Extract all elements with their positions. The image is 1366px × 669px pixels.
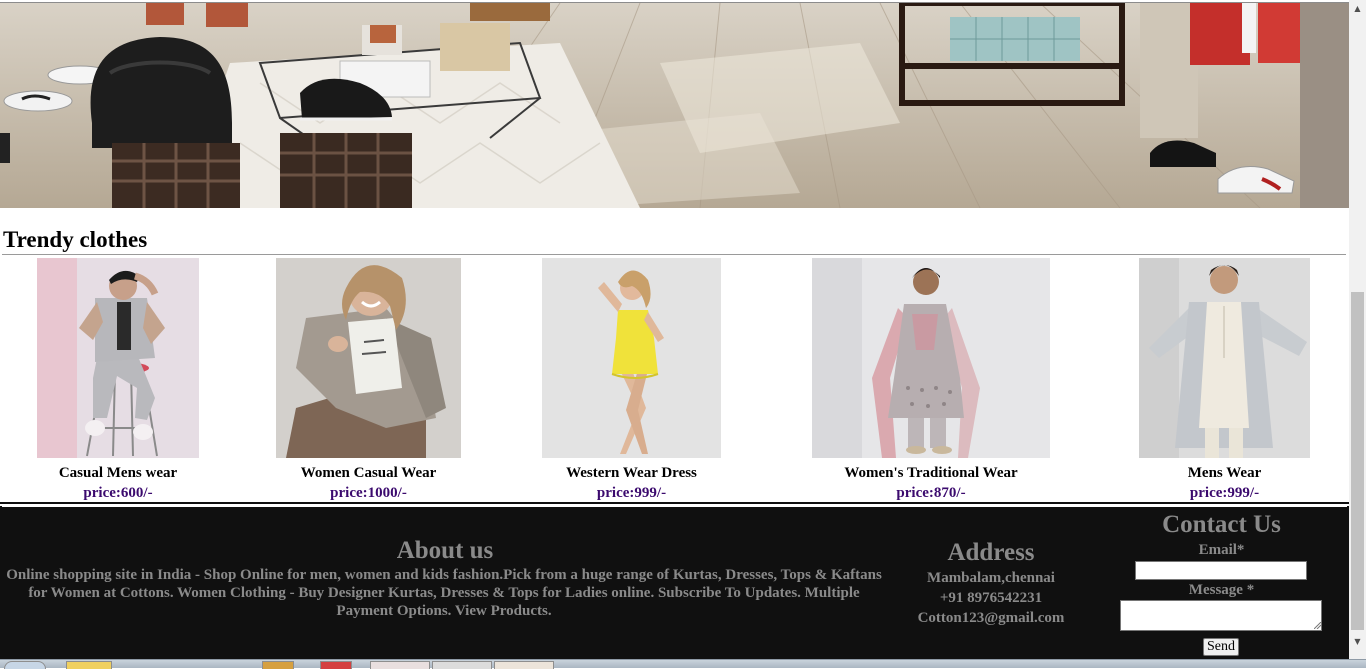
product-name[interactable]: Women Casual Wear bbox=[236, 464, 501, 482]
message-label: Message * bbox=[1188, 582, 1255, 598]
product-card[interactable]: Mens Wear price:999/- bbox=[1139, 258, 1310, 501]
taskbar-app-icon[interactable] bbox=[320, 661, 352, 669]
send-button[interactable]: Send bbox=[1203, 638, 1239, 656]
product-image[interactable] bbox=[542, 258, 721, 458]
product-name[interactable]: Western Wear Dress bbox=[502, 464, 761, 482]
page: Trendy clothes Casual Mens wear price:60… bbox=[0, 0, 1349, 667]
product-price: price:999/- bbox=[1189, 485, 1260, 501]
product-image[interactable] bbox=[1139, 258, 1310, 458]
product-price: price:1000/- bbox=[330, 485, 407, 501]
product-image[interactable] bbox=[812, 258, 1050, 458]
section-title: Trendy clothes bbox=[3, 227, 148, 252]
contact-title: Contact Us bbox=[1162, 511, 1281, 538]
vertical-scrollbar[interactable]: ▲ ▼ bbox=[1349, 0, 1366, 667]
product-price: price:600/- bbox=[83, 485, 153, 501]
message-field[interactable] bbox=[1120, 600, 1322, 631]
taskbar-app-icon[interactable] bbox=[432, 661, 492, 669]
product-card[interactable]: Women Casual Wear price:1000/- bbox=[276, 258, 461, 501]
start-button-icon[interactable] bbox=[4, 661, 46, 669]
product-card[interactable]: Women's Traditional Wear price:870/- bbox=[812, 258, 1050, 501]
taskbar-app-icon[interactable] bbox=[66, 661, 112, 669]
section-divider bbox=[2, 254, 1346, 255]
about-title: About us bbox=[396, 537, 494, 564]
hero-banner-image bbox=[0, 2, 1349, 208]
email-field[interactable] bbox=[1135, 561, 1307, 580]
scroll-up-icon[interactable]: ▲ bbox=[1349, 0, 1366, 17]
address-line: Mambalam,chennai bbox=[927, 570, 1055, 586]
product-price: price:999/- bbox=[596, 485, 667, 501]
product-image[interactable] bbox=[276, 258, 461, 458]
scrollbar-thumb[interactable] bbox=[1351, 292, 1364, 630]
taskbar-app-icon[interactable] bbox=[370, 661, 430, 669]
scroll-down-icon[interactable]: ▼ bbox=[1349, 633, 1366, 650]
product-name[interactable]: Mens Wear bbox=[1099, 464, 1349, 482]
address-title: Address bbox=[947, 539, 1035, 566]
phone-number: +91 8976542231 bbox=[939, 590, 1043, 606]
product-name[interactable]: Casual Mens wear bbox=[0, 464, 239, 482]
email-label: Email* bbox=[1198, 542, 1245, 558]
product-image[interactable] bbox=[37, 258, 199, 458]
about-text: Online shopping site in India - Shop Onl… bbox=[6, 567, 882, 619]
taskbar-app-icon[interactable] bbox=[262, 661, 294, 669]
footer-divider bbox=[2, 505, 1347, 507]
product-card[interactable]: Western Wear Dress price:999/- bbox=[542, 258, 721, 501]
product-card[interactable]: Casual Mens wear price:600/- bbox=[37, 258, 199, 501]
taskbar-app-icon[interactable] bbox=[494, 661, 554, 669]
product-price: price:870/- bbox=[896, 485, 966, 501]
product-name[interactable]: Women's Traditional Wear bbox=[772, 464, 1090, 482]
email-address[interactable]: Cotton123@gmail.com bbox=[891, 609, 1091, 627]
